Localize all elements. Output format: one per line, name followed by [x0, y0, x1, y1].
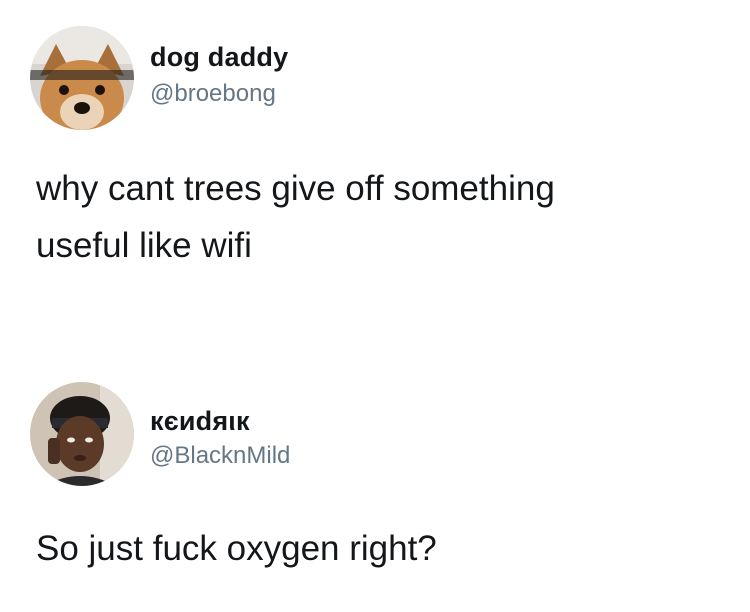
- handle[interactable]: @broebong: [150, 80, 276, 108]
- person-avatar-icon[interactable]: [30, 382, 134, 486]
- tweet-text: why cant trees give off something useful…: [36, 169, 555, 265]
- display-name[interactable]: кєиdяιк: [150, 406, 250, 437]
- tweet-text: So just fuck oxygen right?: [36, 529, 437, 568]
- handle[interactable]: @BlacknMild: [150, 442, 290, 470]
- dog-avatar-icon[interactable]: [30, 26, 134, 130]
- display-name[interactable]: dog daddy: [150, 42, 288, 73]
